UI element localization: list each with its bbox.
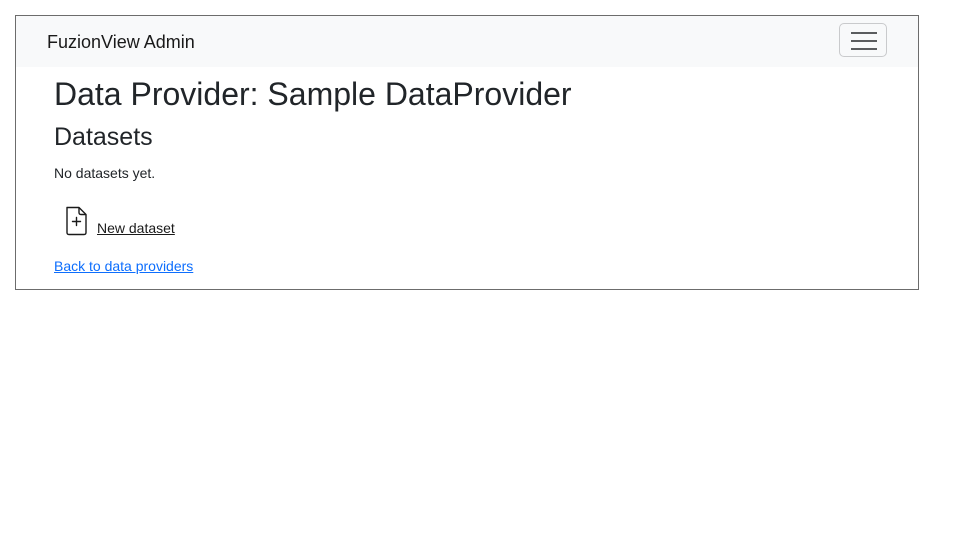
new-dataset-link[interactable]: New dataset (64, 203, 175, 237)
new-dataset-label: New dataset (97, 220, 175, 236)
page-title: Data Provider: Sample DataProvider (54, 76, 572, 112)
datasets-heading: Datasets (54, 123, 153, 151)
back-to-data-providers-link[interactable]: Back to data providers (54, 257, 193, 275)
navbar-toggler-button[interactable] (839, 23, 887, 57)
navbar: FuzionView Admin (16, 16, 918, 67)
navbar-brand[interactable]: FuzionView Admin (47, 31, 195, 53)
page-frame: FuzionView Admin Data Provider: Sample D… (15, 15, 919, 290)
hamburger-menu-icon (851, 32, 877, 50)
file-plus-icon (64, 205, 88, 237)
empty-datasets-message: No datasets yet. (54, 165, 156, 181)
